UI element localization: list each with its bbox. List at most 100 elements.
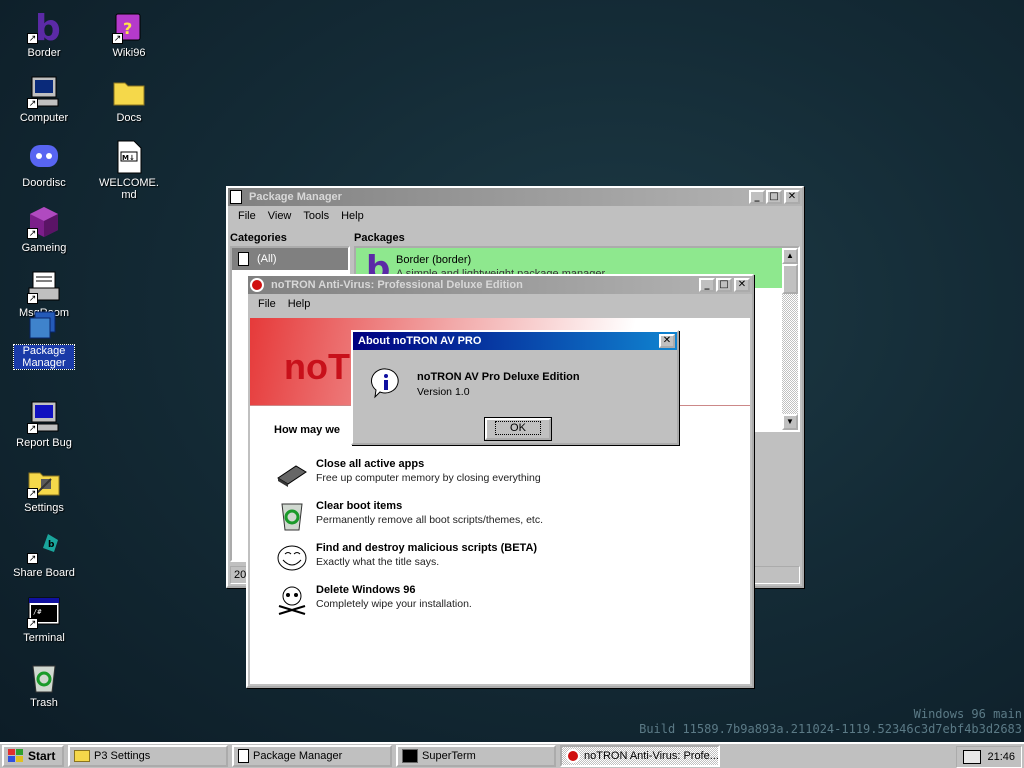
desktop-icon-computer[interactable]: ↗ Computer: [11, 75, 77, 124]
desktop-icon-border[interactable]: b ↗ Border: [11, 8, 77, 59]
desktop-icon-label: Share Board: [13, 567, 75, 579]
close-button[interactable]: ✕: [784, 190, 800, 204]
notron-titlebar[interactable]: noTRON Anti-Virus: Professional Deluxe E…: [248, 276, 752, 294]
task-p3-settings[interactable]: P3 Settings: [68, 745, 228, 767]
terminal-icon: [402, 749, 418, 763]
skull-crossbones-icon: [278, 586, 306, 615]
folder-icon: [112, 75, 146, 109]
windows-logo-icon: [8, 749, 23, 762]
build-watermark-line2: Build 11589.7b9a893a.211024-1119.52346c3…: [639, 722, 1022, 736]
computer-icon: ↗: [27, 75, 61, 109]
desktop-icon-trash[interactable]: Trash: [11, 660, 77, 709]
action-delete-windows[interactable]: Delete Windows 96 Completely wipe your in…: [276, 584, 472, 616]
task-label: Package Manager: [253, 750, 343, 762]
trash-icon: [27, 660, 61, 694]
desktop-icon-label: Docs: [116, 112, 142, 124]
menu-view[interactable]: View: [262, 210, 298, 222]
desktop-icon-wiki96[interactable]: ? ↗ Wiki96: [96, 10, 162, 59]
package-manager-titlebar[interactable]: Package Manager _ □ ✕: [228, 188, 802, 206]
desktop-icon-share-board[interactable]: b ↗ Share Board: [11, 530, 77, 579]
about-titlebar[interactable]: About noTRON AV PRO ✕: [353, 332, 677, 350]
category-label: (All): [257, 253, 277, 265]
desktop-icon-label: WELCOME.md: [99, 177, 159, 201]
menu-file[interactable]: File: [232, 210, 262, 222]
menubar: File View Tools Help: [228, 206, 802, 226]
ok-button[interactable]: OK: [484, 417, 552, 441]
trollface-icon: [277, 545, 307, 571]
desktop-icon-label: Computer: [19, 112, 69, 124]
network-icon[interactable]: [963, 750, 981, 764]
cube-icon: ↗: [27, 205, 61, 239]
desktop-icon-label: Doordisc: [22, 177, 66, 189]
desktop-icon-label: Settings: [24, 502, 64, 514]
desktop-icon-report-bug[interactable]: ↗ Report Bug: [11, 400, 77, 449]
action-title: Find and destroy malicious scripts (BETA…: [316, 542, 538, 554]
settings-icon: [74, 750, 90, 762]
menu-help[interactable]: Help: [282, 298, 317, 310]
svg-text:M↓: M↓: [122, 154, 135, 162]
close-button[interactable]: ✕: [659, 334, 675, 348]
product-name: noTRON AV Pro Deluxe Edition: [417, 371, 580, 383]
package-manager-icon: [27, 308, 61, 342]
desktop-icon-gameing[interactable]: ↗ Gameing: [11, 205, 77, 254]
task-notron[interactable]: noTRON Anti-Virus: Profe...: [560, 745, 720, 767]
desktop-icon-settings[interactable]: ↗ Settings: [11, 465, 77, 514]
task-label: SuperTerm: [422, 750, 476, 762]
desktop-icon-label: Wiki96: [112, 47, 146, 59]
desktop-icon-label: Gameing: [21, 242, 67, 254]
discord-icon: [27, 140, 61, 174]
scroll-up-button[interactable]: ▲: [782, 248, 798, 264]
menu-help[interactable]: Help: [335, 210, 370, 222]
markdown-file-icon: M↓: [112, 140, 146, 174]
minimize-button[interactable]: _: [699, 278, 715, 292]
category-item-all[interactable]: (All): [232, 248, 348, 270]
action-clear-boot[interactable]: Clear boot items Permanently remove all b…: [276, 500, 543, 532]
start-label: Start: [28, 749, 56, 763]
action-close-apps[interactable]: Close all active apps Free up computer me…: [276, 458, 541, 490]
menubar: File Help: [248, 294, 752, 314]
recycle-bin-icon: [281, 503, 303, 531]
about-dialog[interactable]: About noTRON AV PRO ✕ noTRON AV Pro Delu…: [351, 330, 679, 445]
package-icon: [238, 749, 249, 763]
task-superterm[interactable]: SuperTerm: [396, 745, 556, 767]
task-label: noTRON Anti-Virus: Profe...: [584, 750, 719, 762]
action-title: Delete Windows 96: [316, 584, 416, 596]
desktop-icon-package-manager[interactable]: Package Manager: [11, 308, 77, 370]
scroll-down-button[interactable]: ▼: [782, 414, 798, 430]
clock[interactable]: 21:46: [987, 751, 1015, 763]
scroll-thumb[interactable]: [782, 264, 798, 294]
menu-file[interactable]: File: [252, 298, 282, 310]
system-tray: 21:46: [956, 746, 1022, 768]
svg-text:?: ?: [123, 19, 132, 38]
notron-icon: [566, 749, 580, 763]
package-icon: [230, 190, 242, 204]
package-name: Border (border): [396, 254, 472, 266]
terminal-icon: /# ↗: [27, 595, 61, 629]
notron-logo-text: noT: [284, 346, 350, 387]
action-find-scripts[interactable]: Find and destroy malicious scripts (BETA…: [276, 542, 537, 574]
task-package-manager[interactable]: Package Manager: [232, 745, 392, 767]
packages-scrollbar[interactable]: ▲ ▼: [782, 248, 798, 430]
wiki-book-icon: ? ↗: [112, 10, 146, 44]
minimize-button[interactable]: _: [749, 190, 765, 204]
menu-tools[interactable]: Tools: [297, 210, 335, 222]
share-board-icon: b ↗: [27, 530, 61, 564]
action-desc: Permanently remove all boot scripts/them…: [316, 514, 544, 526]
ok-label: OK: [495, 421, 541, 435]
start-button[interactable]: Start: [2, 745, 64, 767]
status-count: 20: [234, 569, 247, 581]
action-desc: Exactly what the title says.: [316, 556, 440, 568]
desktop-icon-docs[interactable]: Docs: [96, 75, 162, 124]
desktop-icon-terminal[interactable]: /# ↗ Terminal: [11, 595, 77, 644]
svg-text:b: b: [35, 10, 61, 44]
settings-icon: ↗: [27, 465, 61, 499]
maximize-button[interactable]: □: [766, 190, 782, 204]
desktop-icon-welcome[interactable]: M↓ WELCOME.md: [96, 140, 162, 201]
maximize-button[interactable]: □: [716, 278, 732, 292]
packages-label: Packages: [354, 232, 405, 244]
desktop-icon-doordisc[interactable]: Doordisc: [11, 140, 77, 189]
categories-label: Categories: [230, 232, 287, 244]
dialog-title: About noTRON AV PRO: [358, 335, 482, 347]
desktop-icon-label: Terminal: [23, 632, 65, 644]
close-button[interactable]: ✕: [734, 278, 750, 292]
